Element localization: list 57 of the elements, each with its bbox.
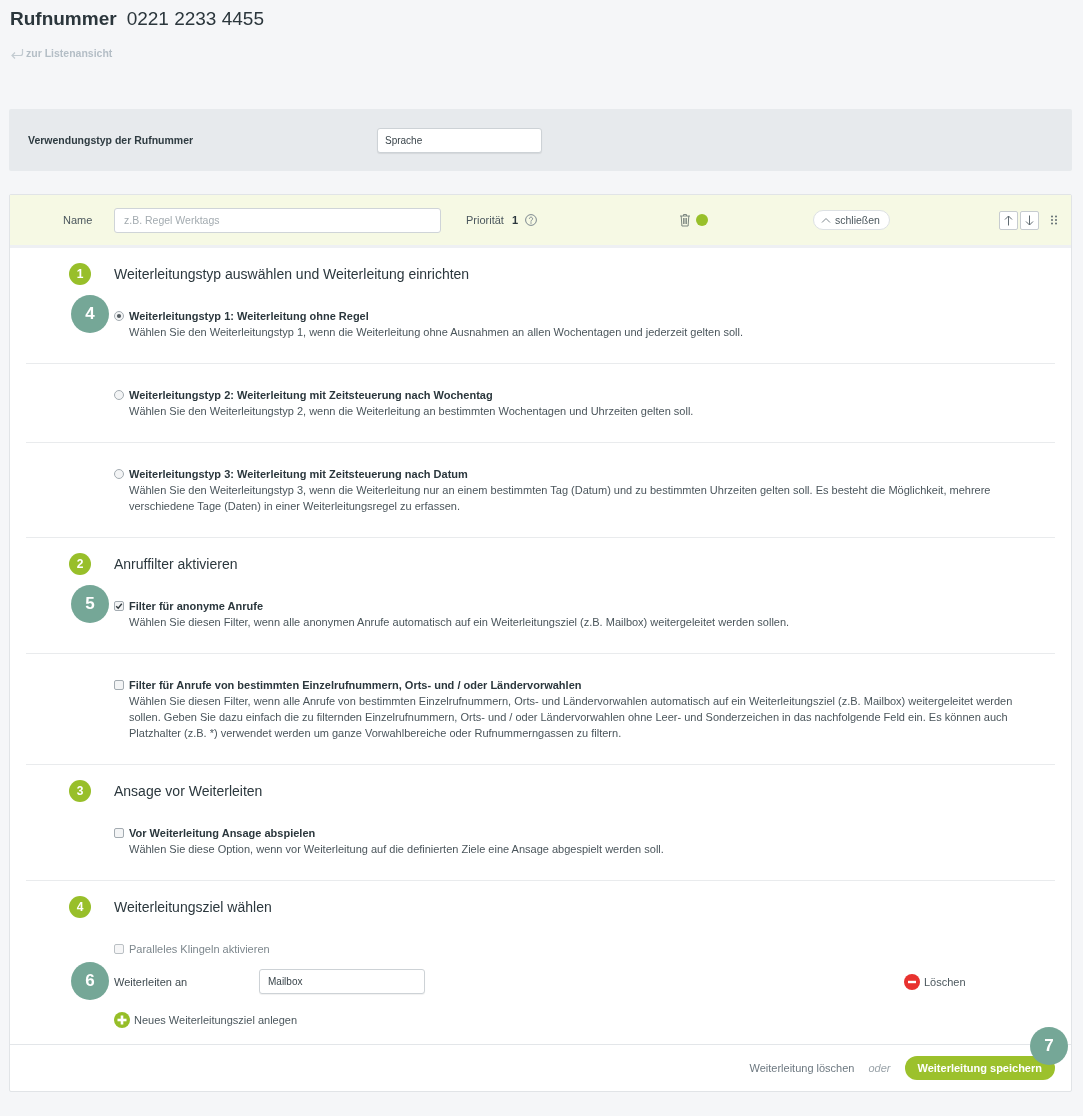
option-description: Wählen Sie diesen Filter, wenn alle anonymen Anrufe automatisch auf ein Weiterleitungsziel (z.B. Mailbox) weitergeleitet werden sollen. bbox=[129, 615, 791, 630]
priority-label: Priorität bbox=[466, 214, 504, 226]
step-badge: 2 bbox=[69, 553, 91, 575]
option-description: Wählen Sie den Weiterleitungstyp 3, wenn die Weiterleitung nur an einem bestimmten Tag (Datum) und zu bestimmten Uhrzeiten gelten soll. Es besteht die Möglichkeit, mehrere verschiedene Tage (Daten) in einer Weiterleitungsregel zu erfassen. bbox=[129, 483, 992, 514]
trash-icon[interactable] bbox=[679, 213, 691, 227]
add-target-button[interactable]: Neues Weiterleitungsziel anlegen bbox=[114, 1012, 298, 1028]
usage-type-field[interactable]: Sprache bbox=[377, 127, 542, 153]
checkbox[interactable] bbox=[114, 828, 124, 838]
section-title: Ansage vor Weiterleiten bbox=[114, 783, 263, 799]
help-icon[interactable] bbox=[525, 214, 538, 226]
radio-button[interactable] bbox=[114, 311, 124, 321]
section-title: Anruffilter aktivieren bbox=[114, 556, 238, 572]
radio-button[interactable] bbox=[114, 390, 124, 400]
move-up-button[interactable] bbox=[999, 210, 1018, 230]
callout-badge: 5 bbox=[71, 585, 109, 623]
step-badge: 3 bbox=[69, 780, 91, 802]
caret-up-icon bbox=[821, 216, 831, 224]
move-down-button[interactable] bbox=[1020, 210, 1039, 230]
option-title: Weiterleitungstyp 3: Weiterleitung mit Zeitsteuerung nach Datum bbox=[129, 467, 469, 482]
option-title: Vor Weiterleitung Ansage abspielen bbox=[129, 826, 317, 841]
up-arrow-icon bbox=[1004, 214, 1013, 226]
drag-handle-icon[interactable] bbox=[1051, 215, 1057, 225]
target-field[interactable]: Mailbox bbox=[259, 969, 425, 994]
collapse-button[interactable]: schließen bbox=[813, 210, 890, 230]
name-label: Name bbox=[63, 214, 94, 226]
plus-circle-icon bbox=[114, 1012, 130, 1028]
rule-name-field[interactable]: z.B. Regel Werktags bbox=[114, 207, 441, 233]
option-description: Wählen Sie den Weiterleitungstyp 2, wenn die Weiterleitung an bestimmten Wochentagen und Uhrzeiten gelten soll. bbox=[129, 404, 695, 419]
phone-number: 0221 2233 4455 bbox=[126, 8, 264, 30]
priority-value: 1 bbox=[511, 214, 519, 226]
option-description: Wählen Sie den Weiterleitungstyp 1, wenn die Weiterleitung ohne Ausnahmen an allen Wochentagen und jederzeit gelten soll. bbox=[129, 325, 744, 340]
radio-button[interactable] bbox=[114, 469, 124, 479]
separator-text: oder bbox=[868, 1062, 891, 1074]
delete-rule-link[interactable]: Weiterleitung löschen bbox=[749, 1062, 855, 1074]
option-title: Filter für Anrufe von bestimmten Einzelrufnummern, Orts- und / oder Ländervorwahlen bbox=[129, 678, 583, 693]
minus-circle-icon bbox=[904, 973, 920, 990]
callout-badge: 4 bbox=[71, 295, 109, 333]
option-description: Wählen Sie diese Option, wenn vor Weiterleitung auf die definierten Ziele eine Ansage abgespielt werden soll. bbox=[129, 842, 665, 857]
return-arrow-icon bbox=[10, 47, 24, 59]
option-description: Wählen Sie diesen Filter, wenn alle Anrufe von bestimmten Einzelrufnummern, Orts- und Ländervorwahlen automatisch auf ein Weiterleitungsziel (z.B. Mailbox) weitergeleitet werden sollen. Geben Sie dazu einfach die zu filternden Einzelrufnummern, Orts- und / oder Ländervorwahlen ohne Leer- und Sonderzeichen in das nachfolgende Feld ein. Es können auch Platzhalter (z.B. *) verwendet werden um ganze Vorwahlbereiche oder Rufnummerngassen zu filtern. bbox=[129, 694, 1014, 741]
step-badge: 1 bbox=[69, 263, 91, 285]
step-badge: 4 bbox=[69, 896, 91, 918]
section-title: Weiterleitungstyp auswählen und Weiterleitung einrichten bbox=[114, 266, 470, 282]
target-label: Weiterleiten an bbox=[114, 975, 189, 988]
option-title: Filter für anonyme Anrufe bbox=[129, 599, 265, 614]
down-arrow-icon bbox=[1025, 214, 1034, 226]
callout-badge: 7 bbox=[1030, 1027, 1068, 1065]
page-title: Rufnummer bbox=[10, 8, 117, 30]
option-title: Weiterleitungstyp 2: Weiterleitung mit Zeitsteuerung nach Wochentag bbox=[129, 388, 494, 403]
checkbox[interactable] bbox=[114, 601, 124, 611]
section-title: Weiterleitungsziel wählen bbox=[114, 899, 272, 915]
option-title: Weiterleitungstyp 1: Weiterleitung ohne Regel bbox=[129, 309, 370, 324]
usage-type-label: Verwendungstyp der Rufnummer bbox=[28, 134, 195, 146]
delete-target-button[interactable]: Löschen bbox=[904, 973, 966, 990]
checkbox[interactable] bbox=[114, 680, 124, 690]
callout-badge: 6 bbox=[71, 962, 109, 1000]
parallel-ringing-label: Paralleles Klingeln aktivieren bbox=[129, 942, 270, 957]
